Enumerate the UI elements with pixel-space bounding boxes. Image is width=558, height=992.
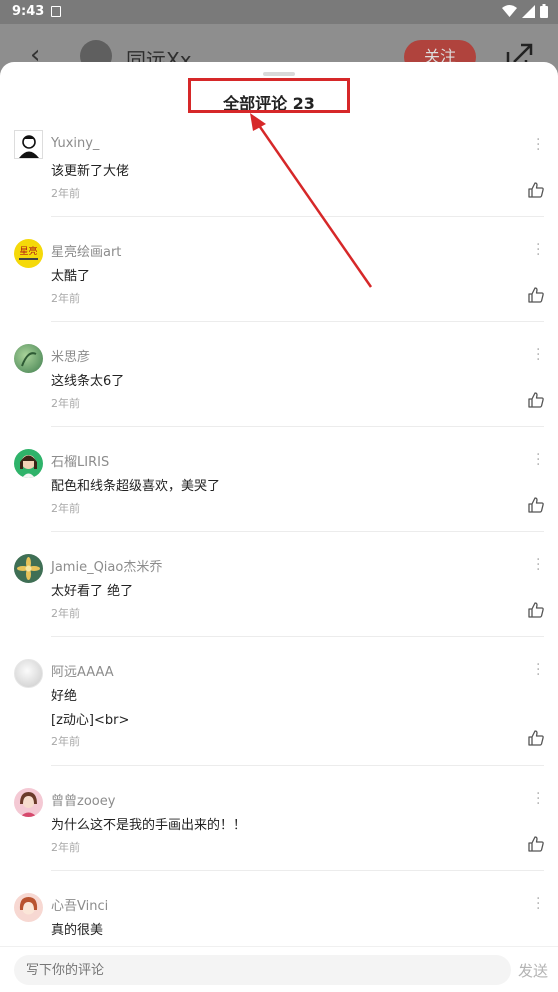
divider xyxy=(51,636,544,637)
comment-time: 2年前 xyxy=(51,502,80,515)
more-vertical-icon[interactable]: · · · xyxy=(536,343,540,367)
avatar[interactable] xyxy=(14,788,43,817)
comment-input[interactable] xyxy=(14,955,511,985)
divider xyxy=(51,426,544,427)
comment-sheet: 全部评论 23 Yuxiny_ 该更新了大佬 2年前 · · · 星亮 星亮绘画ar… xyxy=(0,62,558,992)
list-item: Yuxiny_ 该更新了大佬 2年前 · · · xyxy=(0,124,558,229)
avatar[interactable] xyxy=(14,659,43,688)
comment-time: 2年前 xyxy=(51,292,80,305)
list-item: 曾曾zooey 为什么这不是我的手画出来的！！ 2年前 · · · xyxy=(0,778,558,883)
comment-time: 2年前 xyxy=(51,735,80,748)
comment-username[interactable]: 曾曾zooey xyxy=(51,790,115,809)
comment-username[interactable]: 石榴LIRIS xyxy=(51,451,109,470)
more-vertical-icon[interactable]: · · · xyxy=(536,553,540,577)
send-button[interactable]: 发送 xyxy=(518,960,548,981)
comment-text: 真的很美 xyxy=(51,923,104,938)
avatar[interactable] xyxy=(14,554,43,583)
avatar[interactable] xyxy=(14,449,43,478)
divider xyxy=(51,321,544,322)
comment-time: 2年前 xyxy=(51,397,80,410)
more-vertical-icon[interactable]: · · · xyxy=(536,133,540,157)
more-vertical-icon[interactable]: · · · xyxy=(536,787,540,811)
list-item: 阿远AAAA 好绝 [z动心]<br> 2年前 · · · xyxy=(0,649,558,778)
more-vertical-icon[interactable]: · · · xyxy=(536,238,540,262)
status-icons xyxy=(502,4,548,18)
annotation-highlight-box xyxy=(188,78,350,113)
comment-time: 2年前 xyxy=(51,607,80,620)
thumbs-up-icon[interactable] xyxy=(528,497,544,513)
more-vertical-icon[interactable]: · · · xyxy=(536,892,540,916)
more-vertical-icon[interactable]: · · · xyxy=(536,658,540,682)
avatar[interactable]: 星亮 xyxy=(14,239,43,268)
more-vertical-icon[interactable]: · · · xyxy=(536,448,540,472)
divider xyxy=(51,216,544,217)
drag-handle[interactable] xyxy=(263,72,295,76)
battery-icon xyxy=(540,4,548,18)
comment-username[interactable]: 米思彦 xyxy=(51,346,90,365)
thumbs-up-icon[interactable] xyxy=(528,730,544,746)
comment-text: 配色和线条超级喜欢，美哭了 xyxy=(51,479,221,494)
comment-input-bar: 发送 xyxy=(0,946,558,992)
list-item: 米思彦 这线条太6了 2年前 · · · xyxy=(0,334,558,439)
comment-text-extra: [z动心]<br> xyxy=(51,713,130,728)
status-time: 9:43 xyxy=(12,4,45,19)
comment-text: 该更新了大佬 xyxy=(51,164,130,179)
comment-text: 好绝 xyxy=(51,689,78,704)
notification-icon xyxy=(51,6,61,17)
signal-icon xyxy=(522,4,535,18)
thumbs-up-icon[interactable] xyxy=(528,836,544,852)
comment-text: 太酷了 xyxy=(51,269,91,284)
list-item: 石榴LIRIS 配色和线条超级喜欢，美哭了 2年前 · · · xyxy=(0,439,558,544)
comment-time: 2年前 xyxy=(51,187,80,200)
comment-text: 太好看了 绝了 xyxy=(51,584,134,599)
comment-username[interactable]: 阿远AAAA xyxy=(51,661,114,680)
thumbs-up-icon[interactable] xyxy=(528,182,544,198)
comment-time: 2年前 xyxy=(51,841,80,854)
divider xyxy=(51,765,544,766)
avatar[interactable] xyxy=(14,344,43,373)
comment-username[interactable]: 心吾Vinci xyxy=(51,895,108,914)
status-bar: 9:43 xyxy=(0,0,558,24)
wifi-icon xyxy=(502,4,517,17)
thumbs-up-icon[interactable] xyxy=(528,287,544,303)
thumbs-up-icon[interactable] xyxy=(528,392,544,408)
comment-text: 为什么这不是我的手画出来的！！ xyxy=(51,818,247,833)
comment-username[interactable]: Jamie_Qiao杰米乔 xyxy=(51,556,162,575)
divider xyxy=(51,870,544,871)
avatar[interactable] xyxy=(14,893,43,922)
comment-username[interactable]: 星亮绘画art xyxy=(51,241,121,260)
list-item: 星亮 星亮绘画art 太酷了 2年前 · · · xyxy=(0,229,558,334)
thumbs-up-icon[interactable] xyxy=(528,602,544,618)
list-item: Jamie_Qiao杰米乔 太好看了 绝了 2年前 · · · xyxy=(0,544,558,649)
comment-username[interactable]: Yuxiny_ xyxy=(51,136,99,151)
comment-list: Yuxiny_ 该更新了大佬 2年前 · · · 星亮 星亮绘画art 太酷了 2年… xyxy=(0,124,558,963)
comment-text: 这线条太6了 xyxy=(51,374,125,389)
avatar[interactable] xyxy=(14,130,43,159)
svg-text:星亮: 星亮 xyxy=(19,245,37,257)
divider xyxy=(51,531,544,532)
